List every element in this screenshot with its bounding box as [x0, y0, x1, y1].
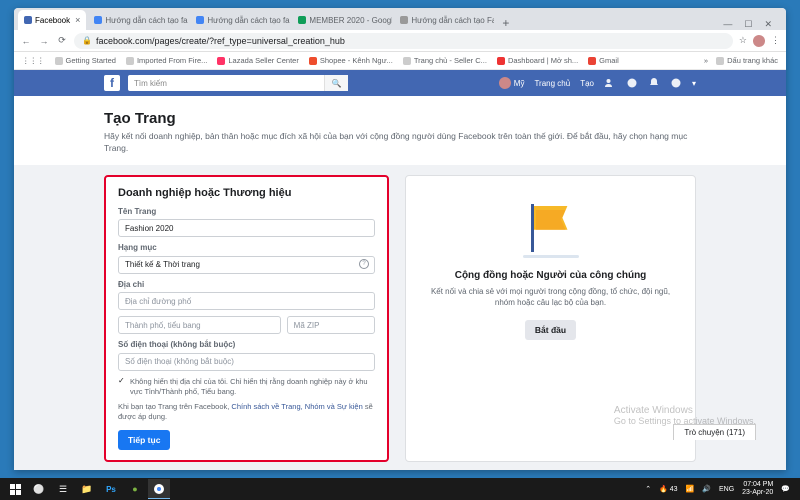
profile-link[interactable]: Mỹ: [499, 77, 525, 89]
bookmark-item[interactable]: Imported From Fire...: [126, 56, 207, 65]
reload-icon[interactable]: ⟳: [56, 35, 68, 46]
flag-icon: [521, 198, 581, 258]
fb-search-input[interactable]: Tìm kiếm 🔍: [128, 75, 348, 91]
close-icon[interactable]: ×: [75, 15, 80, 25]
bookmark-item[interactable]: Getting Started: [55, 56, 116, 65]
address-bar[interactable]: 🔒 facebook.com/pages/create/?ref_type=un…: [74, 33, 733, 49]
zip-input[interactable]: [287, 316, 375, 334]
apps-icon[interactable]: ⋮⋮⋮: [22, 56, 45, 65]
tray-chevron-icon[interactable]: ⌃: [645, 485, 651, 493]
profile-avatar[interactable]: [753, 35, 765, 47]
continue-button[interactable]: Tiếp tục: [118, 430, 170, 450]
page-title: Tạo Trang: [104, 110, 696, 127]
bookmark-item[interactable]: Trang chủ - Seller C...: [403, 56, 487, 65]
search-icon[interactable]: 🔍: [324, 75, 348, 91]
file-explorer-icon[interactable]: 📁: [76, 479, 98, 499]
name-label: Tên Trang: [118, 207, 375, 216]
address-label: Địa chỉ: [118, 280, 375, 289]
tray-temp[interactable]: 🔥 43: [659, 485, 677, 493]
minimize-icon[interactable]: —: [723, 19, 732, 30]
menu-icon[interactable]: ⋮: [771, 35, 780, 46]
card-title: Doanh nghiệp hoặc Thương hiệu: [118, 187, 375, 199]
bookmark-item[interactable]: Dashboard | Mở sh...: [497, 56, 578, 65]
street-input[interactable]: [118, 292, 375, 310]
page-content: f Tìm kiếm 🔍 Mỹ Trang chủ Tạo ▾ Tạo: [14, 70, 786, 470]
category-label: Hạng mục: [118, 243, 375, 252]
tab-strip: Facebook× Hướng dẫn cách tạo fanpage× Hư…: [14, 8, 786, 30]
bookmarks-overflow[interactable]: » Dấu trang khác: [704, 56, 778, 65]
url-text: facebook.com/pages/create/?ref_type=univ…: [96, 36, 345, 46]
tray-notifications-icon[interactable]: 💬: [781, 485, 790, 493]
new-tab-button[interactable]: +: [496, 16, 515, 30]
maximize-icon[interactable]: ☐: [744, 19, 752, 30]
back-icon[interactable]: ←: [20, 36, 32, 46]
facebook-logo-icon[interactable]: f: [104, 75, 120, 91]
browser-tab[interactable]: MEMBER 2020 - Google Trang×: [292, 10, 392, 30]
checkbox-label: Không hiển thị địa chỉ của tôi. Chỉ hiển…: [130, 377, 375, 397]
community-desc: Kết nối và chia sẻ với mọi người trong c…: [422, 286, 679, 308]
friends-icon[interactable]: [604, 77, 616, 89]
browser-tab[interactable]: Facebook×: [18, 10, 86, 30]
search-icon[interactable]: ⚪: [28, 479, 50, 499]
nav-create[interactable]: Tạo: [580, 79, 594, 88]
page-subtitle: Hãy kết nối doanh nghiệp, bản thân hoặc …: [104, 131, 696, 155]
notifications-icon[interactable]: [648, 77, 660, 89]
start-button[interactable]: Bắt đầu: [525, 320, 576, 340]
phone-label: Số điện thoại (không bắt buộc): [118, 340, 375, 349]
page-name-input[interactable]: [118, 219, 375, 237]
help-icon[interactable]: ?: [359, 259, 369, 269]
start-button[interactable]: [4, 479, 26, 499]
policy-link[interactable]: Chính sách về Trang, Nhóm và Sự kiện: [231, 402, 362, 411]
browser-tab[interactable]: Hướng dẫn cách tạo fanpage×: [190, 10, 290, 30]
category-input[interactable]: [118, 256, 375, 274]
browser-tab[interactable]: Hướng dẫn cách tạo fanpage×: [88, 10, 188, 30]
bookmark-item[interactable]: Lazada Seller Center: [217, 56, 298, 65]
photoshop-icon[interactable]: Ps: [100, 479, 122, 499]
close-window-icon[interactable]: ✕: [764, 19, 772, 30]
tray-clock[interactable]: 07:04 PM 23-Apr-20: [742, 481, 773, 496]
chrome-icon[interactable]: [148, 479, 170, 499]
bookmark-item[interactable]: Gmail: [588, 56, 619, 65]
star-icon[interactable]: ☆: [739, 35, 747, 46]
task-view-icon[interactable]: ☰: [52, 479, 74, 499]
policy-text: Khi bạn tạo Trang trên Facebook, Chính s…: [118, 402, 375, 422]
forward-icon[interactable]: →: [38, 36, 50, 46]
business-card: Doanh nghiệp hoặc Thương hiệu Tên Trang …: [104, 175, 389, 462]
taskbar: ⚪ ☰ 📁 Ps ● ⌃ 🔥 43 📶 🔊 ENG 07:04 PM 23-Ap…: [0, 478, 800, 500]
toolbar: ← → ⟳ 🔒 facebook.com/pages/create/?ref_t…: [14, 30, 786, 52]
fb-header: f Tìm kiếm 🔍 Mỹ Trang chủ Tạo ▾: [14, 70, 786, 96]
city-input[interactable]: [118, 316, 281, 334]
browser-tab[interactable]: Hướng dẫn cách tạo Fanpage×: [394, 10, 494, 30]
tray-wifi-icon[interactable]: 📶: [686, 485, 695, 493]
bookmarks-bar: ⋮⋮⋮ Getting Started Imported From Fire..…: [14, 52, 786, 70]
messenger-icon[interactable]: [626, 77, 638, 89]
tray-lang[interactable]: ENG: [719, 486, 734, 493]
chat-tab[interactable]: Trò chuyện (171): [673, 424, 756, 440]
app-icon[interactable]: ●: [124, 479, 146, 499]
browser-window: Facebook× Hướng dẫn cách tạo fanpage× Hư…: [14, 8, 786, 470]
hide-address-checkbox[interactable]: ✓: [118, 377, 126, 385]
help-icon[interactable]: [670, 77, 682, 89]
nav-home[interactable]: Trang chủ: [534, 79, 570, 88]
lock-icon: 🔒: [82, 36, 92, 45]
phone-input[interactable]: [118, 353, 375, 371]
windows-watermark: Activate Windows Go to Settings to activ…: [614, 405, 756, 426]
community-title: Cộng đồng hoặc Người của công chúng: [422, 270, 679, 281]
dropdown-icon[interactable]: ▾: [692, 79, 696, 88]
tray-volume-icon[interactable]: 🔊: [702, 485, 711, 493]
bookmark-item[interactable]: Shopee - Kênh Ngư...: [309, 56, 393, 65]
